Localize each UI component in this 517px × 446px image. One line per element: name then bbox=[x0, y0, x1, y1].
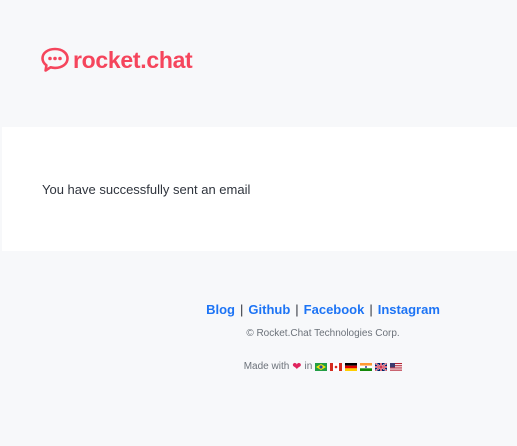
facebook-link[interactable]: Facebook bbox=[304, 302, 365, 317]
social-links: Blog | Github | Facebook | Instagram bbox=[0, 302, 517, 317]
email-footer: Blog | Github | Facebook | Instagram © Rocket.… bbox=[0, 251, 517, 446]
rocket-chat-logo-icon bbox=[41, 47, 69, 72]
email-header: rocket.chat bbox=[0, 0, 517, 127]
india-flag-icon bbox=[360, 362, 373, 371]
link-separator: | bbox=[240, 302, 244, 317]
uk-flag-icon bbox=[375, 362, 388, 371]
success-message: You have successfully sent an email bbox=[42, 182, 251, 197]
germany-flag-icon bbox=[345, 362, 358, 371]
github-link[interactable]: Github bbox=[248, 302, 290, 317]
in-text: in bbox=[304, 361, 313, 372]
instagram-link[interactable]: Instagram bbox=[378, 302, 440, 317]
brand-name: rocket.chat bbox=[73, 47, 193, 73]
usa-flag-icon bbox=[390, 362, 403, 371]
copyright-text: © Rocket.Chat Technologies Corp. bbox=[246, 328, 400, 339]
link-separator: | bbox=[369, 302, 373, 317]
made-with-line: Made with ❤ in bbox=[0, 360, 517, 373]
made-with-text: Made with bbox=[243, 361, 290, 372]
heart-icon: ❤ bbox=[292, 361, 302, 373]
link-separator: | bbox=[295, 302, 299, 317]
blog-link[interactable]: Blog bbox=[206, 302, 235, 317]
canada-flag-icon bbox=[330, 362, 343, 371]
rocket-chat-logo: rocket.chat bbox=[41, 46, 193, 74]
brazil-flag-icon bbox=[315, 362, 328, 371]
message-card: You have successfully sent an email bbox=[2, 127, 517, 251]
